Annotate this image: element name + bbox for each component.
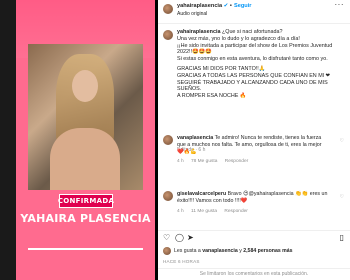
comment-username[interactable]: giselavalcarcelperu	[177, 191, 226, 197]
photo-face	[72, 70, 98, 102]
caption-avatar[interactable]	[163, 30, 173, 40]
comment-body: giselavalcarcelperu Bravo 😍@yahairaplase…	[177, 191, 337, 215]
verified-check-icon: ✔	[223, 3, 229, 9]
heart-icon[interactable]: ♡	[163, 234, 170, 242]
more-dots-icon[interactable]: ···	[335, 1, 345, 9]
caption-body: yahairaplasencia ¿Que si naci afortunada…	[177, 29, 333, 100]
comment-like-heart-icon[interactable]: ♡	[340, 138, 344, 145]
caption-username[interactable]: yahairaplasencia	[177, 29, 220, 35]
post-date: HACE 6 HORAS	[163, 259, 200, 264]
header-avatar[interactable]	[163, 4, 173, 14]
likes-avatar	[163, 247, 171, 255]
photo-shoulder	[50, 128, 120, 190]
audio-original-link[interactable]: Audio original	[177, 11, 207, 18]
post-side-panel: yahairaplasencia ✔ • Seguir Audio origin…	[158, 0, 350, 280]
comment-body: vanaplasencia Te admiro! Nunca te rendis…	[177, 135, 337, 166]
comment-avatar[interactable]	[163, 191, 173, 201]
comment-like-heart-icon[interactable]: ♡	[340, 194, 344, 201]
comment-meta: 4 h 11 Me gusta Responder	[177, 208, 248, 214]
send-icon[interactable]: ➤	[187, 234, 194, 242]
comment-meta: 4 h 78 Me gusta Responder	[177, 159, 249, 165]
bookmark-icon[interactable]: ▯	[340, 234, 344, 242]
likes-text[interactable]: Les gusta a vanaplasencia y 2,584 person…	[174, 248, 293, 255]
follow-button[interactable]: Seguir	[234, 3, 251, 10]
header-username[interactable]: yahairaplasencia ✔ •	[177, 3, 232, 10]
post-photo	[28, 44, 143, 190]
comment-username[interactable]: vanaplasencia	[177, 135, 213, 141]
post-actions-bar: ♡ ◯ ➤ ▯	[158, 230, 350, 246]
post-media[interactable]: CONFIRMADA YAHAIRA PLASENCIA	[16, 0, 155, 280]
comment-icon[interactable]: ◯	[175, 234, 184, 242]
comments-limited-notice: Se limitaron los comentarios en esta pub…	[158, 268, 350, 280]
media-name-title: YAHAIRA PLASENCIA	[20, 212, 151, 225]
post-header: yahairaplasencia ✔ • Seguir Audio origin…	[158, 0, 350, 24]
confirmada-badge: CONFIRMADA	[58, 194, 114, 208]
media-divider	[28, 248, 143, 250]
comment-avatar[interactable]	[163, 135, 173, 145]
dark-backdrop-left	[0, 0, 16, 280]
